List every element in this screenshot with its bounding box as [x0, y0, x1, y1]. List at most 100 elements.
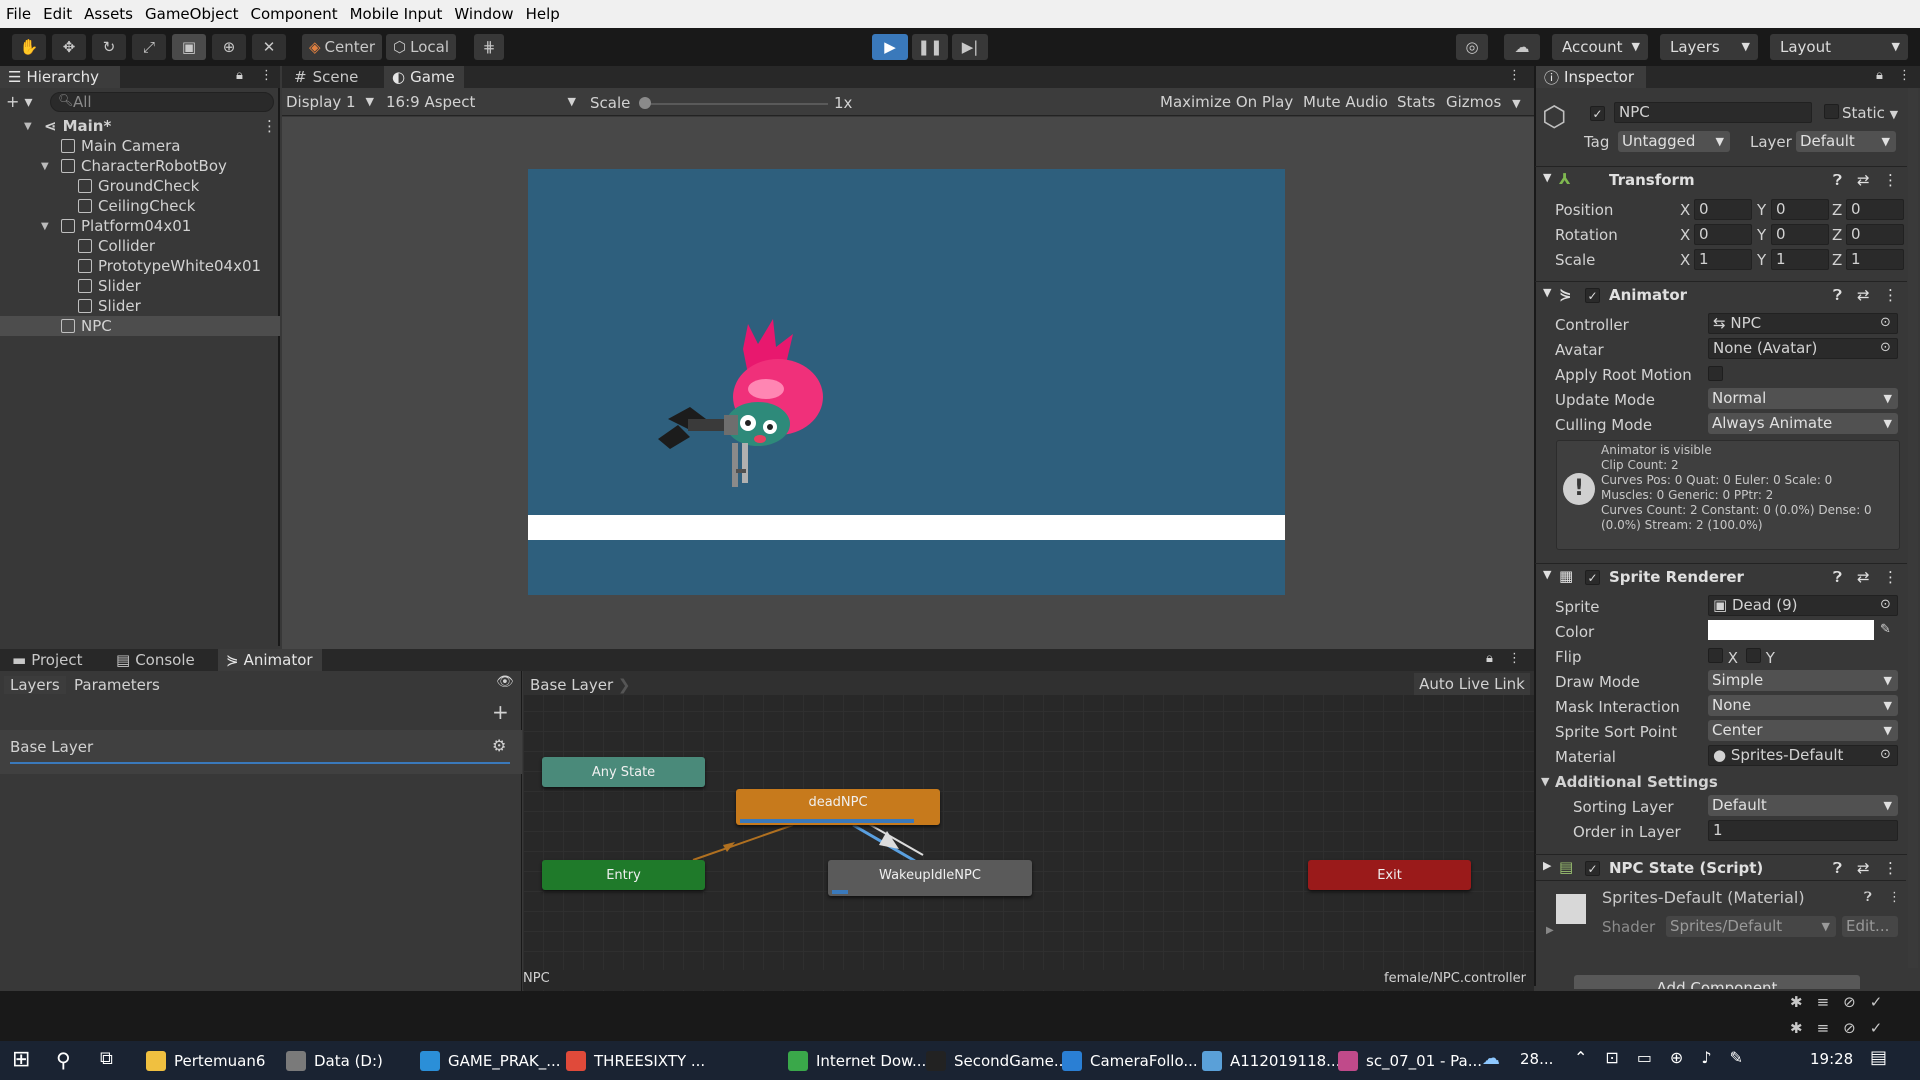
mute-audio-toggle[interactable]: Mute Audio [1303, 93, 1388, 111]
kebab-menu-icon[interactable]: ⋮ [1883, 859, 1898, 877]
menu-help[interactable]: Help [520, 5, 566, 23]
hierarchy-item[interactable]: Slider [0, 276, 280, 296]
transform-z-field[interactable]: 0 [1846, 199, 1904, 220]
help-icon[interactable]: ❓︎ [1833, 286, 1842, 304]
help-icon[interactable]: ❓︎ [1833, 859, 1842, 877]
update-mode-dropdown[interactable]: Normal ▼ [1708, 388, 1898, 409]
custom-tool-icon[interactable]: ✕ [252, 34, 286, 60]
inspector-scrollbar[interactable] [1908, 88, 1918, 968]
menu-component[interactable]: Component [245, 5, 344, 23]
auto-live-link-toggle[interactable]: Auto Live Link [1414, 673, 1530, 695]
no-entry-icon[interactable]: ⊘ [1843, 993, 1870, 1011]
menu-edit[interactable]: Edit [37, 5, 78, 23]
animator-component-header[interactable]: ▼ ⋟ ✓ Animator ❓︎ ⇄ ⋮ [1535, 281, 1907, 307]
mask-interaction-dropdown[interactable]: None ▼ [1708, 695, 1898, 716]
gear-icon[interactable]: ⚙ [492, 736, 506, 755]
tab-inspector[interactable]: ⓘ Inspector [1536, 66, 1646, 88]
move-tool-icon[interactable]: ✥ [52, 34, 86, 60]
grid-snap-icon[interactable]: ⋕ [474, 34, 504, 60]
preset-icon[interactable]: ⇄ [1857, 568, 1870, 586]
object-picker-icon[interactable]: ⊙ [1880, 315, 1891, 330]
chevron-down-icon[interactable]: ▼ [41, 161, 49, 172]
pivot-local-button[interactable]: ⬡ Local [386, 34, 456, 60]
help-icon[interactable]: ❓︎ [1864, 890, 1872, 905]
shader-dropdown[interactable]: Sprites/Default ▼ [1666, 916, 1836, 937]
tab-game[interactable]: ◐ Game [384, 66, 464, 88]
add-component-button[interactable]: Add Component [1574, 975, 1860, 989]
transform-y-field[interactable]: 0 [1771, 224, 1829, 245]
kebab-menu-icon[interactable]: ⋮ [262, 117, 277, 135]
controller-field[interactable]: ⇆ NPC [1708, 313, 1898, 334]
object-picker-icon[interactable]: ⊙ [1880, 747, 1891, 762]
hierarchy-item[interactable]: PrototypeWhite04x01 [0, 256, 280, 276]
static-dropdown[interactable]: Static ▼ [1842, 104, 1898, 122]
hierarchy-item[interactable]: Slider [0, 296, 280, 316]
taskbar-app[interactable]: THREESIXTY ... [566, 1046, 705, 1076]
bug-icon[interactable]: ✱ [1790, 993, 1817, 1011]
transform-y-field[interactable]: 0 [1771, 199, 1829, 220]
hand-tool-icon[interactable]: ✋ [12, 34, 46, 60]
weather-temp[interactable]: 28... [1520, 1050, 1553, 1068]
taskbar-app[interactable]: Data (D:) [286, 1046, 383, 1076]
tab-hierarchy[interactable]: ☰ Hierarchy [0, 66, 120, 88]
tag-dropdown[interactable]: Untagged ▼ [1618, 131, 1730, 152]
tab-console[interactable]: ▤ Console [108, 649, 218, 671]
layers-dropdown[interactable]: Layers ▼ [1660, 34, 1758, 60]
chevron-right-icon[interactable]: ▶ [1546, 925, 1554, 936]
transform-x-field[interactable]: 0 [1694, 199, 1752, 220]
gizmos-dropdown[interactable]: Gizmos ▼ [1446, 93, 1521, 111]
clock[interactable]: 19:28 [1810, 1050, 1853, 1068]
sprite-field[interactable]: ▣ Dead (9) [1708, 595, 1898, 616]
avatar-field[interactable]: None (Avatar) [1708, 338, 1898, 359]
npc-state-component-header[interactable]: ▶ ▤ ✓ NPC State (Script) ❓︎ ⇄ ⋮ [1535, 854, 1907, 880]
rotate-tool-icon[interactable]: ↻ [92, 34, 126, 60]
kebab-menu-icon[interactable]: ⋮ [260, 68, 273, 83]
layers-stack-icon[interactable]: ≡ [1817, 1019, 1844, 1037]
object-picker-icon[interactable]: ⊙ [1880, 340, 1891, 355]
step-button[interactable]: ▶| [952, 34, 988, 60]
taskbar-app[interactable]: Internet Dow... [788, 1046, 926, 1076]
no-entry-icon[interactable]: ⊘ [1843, 1019, 1870, 1037]
play-button[interactable]: ▶ [872, 34, 908, 60]
material-field[interactable]: ● Sprites-Default [1708, 745, 1898, 766]
order-in-layer-field[interactable]: 1 [1708, 820, 1898, 841]
menu-assets[interactable]: Assets [78, 5, 139, 23]
transform-tool-icon[interactable]: ⊕ [212, 34, 246, 60]
sprite-renderer-enabled-checkbox[interactable]: ✓ [1585, 568, 1600, 586]
npc-state-enabled-checkbox[interactable]: ✓ [1585, 859, 1600, 877]
kebab-menu-icon[interactable]: ⋮ [1883, 568, 1898, 586]
static-checkbox[interactable] [1824, 104, 1839, 123]
tab-scene[interactable]: # Scene [286, 66, 372, 88]
scale-slider-thumb[interactable] [639, 97, 651, 109]
parameters-tab[interactable]: Parameters [74, 676, 160, 694]
aspect-dropdown[interactable]: 16:9 Aspect ▼ [386, 93, 578, 113]
kebab-menu-icon[interactable]: ⋮ [1508, 651, 1521, 666]
hierarchy-item[interactable]: ▼ Platform04x01 [0, 216, 280, 236]
hierarchy-item[interactable]: GroundCheck [0, 176, 280, 196]
flip-y-checkbox[interactable]: Y [1746, 648, 1775, 667]
cloud-icon[interactable]: ☁ [1504, 34, 1540, 60]
preset-icon[interactable]: ⇄ [1857, 171, 1870, 189]
exit-node[interactable]: Exit [1308, 860, 1471, 890]
preset-icon[interactable]: ⇄ [1857, 859, 1870, 877]
hierarchy-item[interactable]: Collider [0, 236, 280, 256]
kebab-menu-icon[interactable]: ⋮ [1508, 68, 1521, 83]
hierarchy-scene-row[interactable]: ▼ ⋖ Main* ⋮ [0, 116, 280, 136]
taskbar-app[interactable]: CameraFollo... [1062, 1046, 1198, 1076]
collab-icon[interactable]: ◎ [1456, 34, 1488, 60]
help-icon[interactable]: ❓︎ [1833, 568, 1842, 586]
display-dropdown[interactable]: Display 1 ▼ [286, 93, 376, 113]
help-icon[interactable]: ❓︎ [1833, 171, 1842, 189]
taskbar-app[interactable]: GAME_PRAK_... [420, 1046, 561, 1076]
deadnpc-state-node[interactable]: deadNPC [736, 789, 940, 825]
transform-x-field[interactable]: 0 [1694, 224, 1752, 245]
hierarchy-item[interactable]: ▼ CharacterRobotBoy [0, 156, 280, 176]
game-screen[interactable] [528, 169, 1285, 595]
maximize-on-play-toggle[interactable]: Maximize On Play [1160, 93, 1294, 111]
kebab-menu-icon[interactable]: ⋮ [1898, 68, 1911, 83]
menu-file[interactable]: File [0, 5, 37, 23]
rect-tool-icon[interactable]: ▣ [172, 34, 206, 60]
chevron-down-icon[interactable]: ▼ [24, 121, 32, 132]
animator-enabled-checkbox[interactable]: ✓ [1585, 286, 1600, 304]
hierarchy-item[interactable]: NPC [0, 316, 280, 336]
